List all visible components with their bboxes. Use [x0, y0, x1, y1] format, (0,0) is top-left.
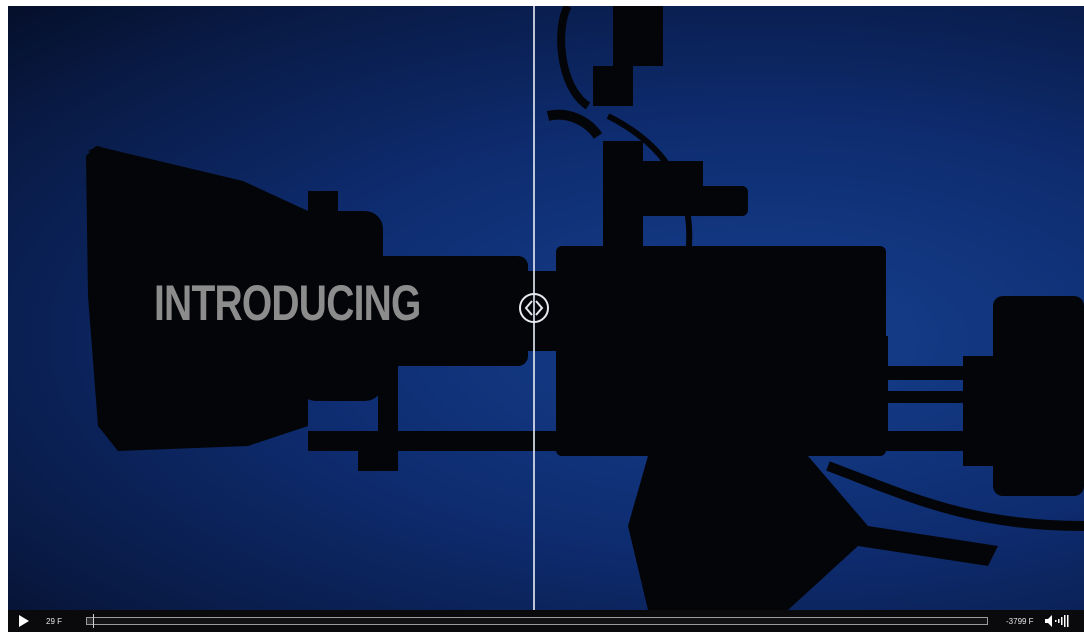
video-player: INTRODUCING 29 F -3799 F: [8, 6, 1084, 632]
current-frame-counter: 29 F: [46, 617, 63, 626]
player-controls: 29 F -3799 F: [8, 610, 1084, 632]
volume-icon[interactable]: [1044, 614, 1070, 628]
intro-headline: INTRODUCING: [154, 275, 421, 331]
remaining-frame-counter: -3799 F: [1006, 617, 1034, 626]
play-icon[interactable]: [18, 615, 30, 627]
left-right-arrows-icon[interactable]: [518, 292, 550, 324]
video-frame[interactable]: INTRODUCING: [8, 6, 1084, 610]
timeline-scrubber[interactable]: [86, 614, 988, 628]
timeline-playhead[interactable]: [93, 614, 94, 628]
